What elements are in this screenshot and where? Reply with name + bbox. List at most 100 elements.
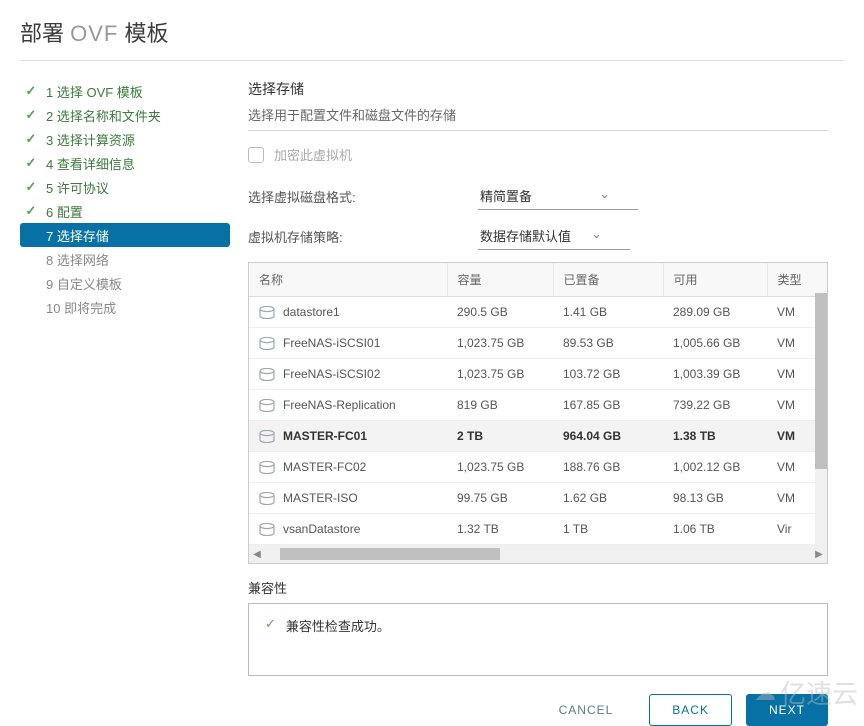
datastore-icon	[259, 523, 275, 536]
horizontal-scrollbar[interactable]: ◀ ▶	[249, 545, 827, 563]
step-label: 1 选择 OVF 模板	[46, 82, 143, 101]
check-icon: ✓	[24, 131, 38, 147]
cell-provisioned: 964.04 GB	[553, 421, 663, 452]
column-header[interactable]: 名称	[249, 263, 447, 297]
step-label: 9 自定义模板	[46, 274, 122, 293]
compat-box: ✓ 兼容性检查成功。	[248, 603, 828, 676]
datastore-icon	[259, 337, 275, 350]
datastore-name: FreeNAS-Replication	[283, 398, 396, 412]
cell-free: 1,002.12 GB	[663, 452, 767, 483]
cell-free: 739.22 GB	[663, 390, 767, 421]
step-label: 6 配置	[46, 202, 83, 221]
back-button[interactable]: BACK	[649, 694, 732, 726]
datastore-name: vsanDatastore	[283, 522, 360, 536]
wizard-step-3[interactable]: ✓ 3 选择计算资源	[20, 127, 230, 151]
compat-msg: 兼容性检查成功。	[286, 616, 390, 635]
table-row[interactable]: MASTER-ISO99.75 GB1.62 GB98.13 GBVM	[249, 483, 827, 514]
wizard-step-10: ✓10 即将完成	[20, 295, 230, 319]
cell-capacity: 1,023.75 GB	[447, 359, 553, 390]
scroll-right-icon[interactable]: ▶	[811, 549, 827, 560]
disk-format-label: 选择虚拟磁盘格式:	[248, 187, 478, 206]
check-icon: ✓	[24, 179, 38, 195]
cancel-button[interactable]: CANCEL	[537, 695, 636, 725]
cell-capacity: 1.32 TB	[447, 514, 553, 545]
wizard-step-5[interactable]: ✓ 5 许可协议	[20, 175, 230, 199]
disk-format-select[interactable]: 精简置备 ⌄	[478, 182, 638, 210]
step-label: 5 许可协议	[46, 178, 109, 197]
cell-provisioned: 1.62 GB	[553, 483, 663, 514]
column-header[interactable]: 容量	[447, 263, 553, 297]
section-desc: 选择用于配置文件和磁盘文件的存储	[248, 105, 828, 124]
cell-provisioned: 89.53 GB	[553, 328, 663, 359]
cell-capacity: 1,023.75 GB	[447, 452, 553, 483]
disk-format-value: 精简置备	[480, 186, 532, 205]
wizard-step-6[interactable]: ✓6 配置	[20, 199, 230, 223]
cell-free: 1.38 TB	[663, 421, 767, 452]
datastore-name: FreeNAS-iSCSI02	[283, 367, 380, 381]
step-label: 7 选择存储	[46, 226, 109, 245]
cell-provisioned: 167.85 GB	[553, 390, 663, 421]
table-row[interactable]: FreeNAS-iSCSI021,023.75 GB103.72 GB1,003…	[249, 359, 827, 390]
step-label: 10 即将完成	[46, 298, 116, 317]
step-label: 2 选择名称和文件夹	[46, 106, 161, 125]
check-icon: ✓	[24, 107, 38, 123]
section-title: 选择存储	[248, 79, 828, 99]
storage-policy-value: 数据存储默认值	[480, 226, 571, 245]
datastore-name: FreeNAS-iSCSI01	[283, 336, 380, 350]
check-icon: ✓	[24, 83, 38, 99]
cell-provisioned: 1.41 GB	[553, 297, 663, 328]
storage-policy-select[interactable]: 数据存储默认值 ⌄	[478, 222, 630, 250]
cell-provisioned: 1 TB	[553, 514, 663, 545]
datastore-icon	[259, 399, 275, 412]
datastore-name: MASTER-FC01	[283, 429, 367, 443]
check-icon: ✓	[24, 155, 38, 171]
storage-policy-label: 虚拟机存储策略:	[248, 227, 478, 246]
table-row[interactable]: datastore1290.5 GB1.41 GB289.09 GBVM	[249, 297, 827, 328]
vertical-scrollbar[interactable]	[815, 293, 827, 545]
datastore-name: datastore1	[283, 305, 340, 319]
cell-capacity: 99.75 GB	[447, 483, 553, 514]
table-row[interactable]: vsanDatastore1.32 TB1 TB1.06 TBVir	[249, 514, 827, 545]
cell-capacity: 2 TB	[447, 421, 553, 452]
datastore-name: MASTER-FC02	[283, 460, 366, 474]
datastore-table: 名称容量已置备可用类型 datastore1 290.5 GB1.41 GB289…	[248, 262, 828, 564]
cell-capacity: 819 GB	[447, 390, 553, 421]
chevron-down-icon: ⌄	[599, 186, 610, 205]
datastore-icon	[259, 430, 275, 443]
column-header[interactable]: 类型	[767, 263, 827, 297]
cell-free: 1.06 TB	[663, 514, 767, 545]
cell-capacity: 290.5 GB	[447, 297, 553, 328]
step-label: 4 查看详细信息	[46, 154, 135, 173]
cell-capacity: 1,023.75 GB	[447, 328, 553, 359]
watermark: ☁亿速云	[754, 674, 858, 711]
column-header[interactable]: 已置备	[553, 263, 663, 297]
check-icon: ✓	[265, 616, 276, 632]
datastore-icon	[259, 492, 275, 505]
cell-provisioned: 188.76 GB	[553, 452, 663, 483]
wizard-step-2[interactable]: ✓ 2 选择名称和文件夹	[20, 103, 230, 127]
cell-free: 98.13 GB	[663, 483, 767, 514]
wizard-step-4[interactable]: ✓ 4 查看详细信息	[20, 151, 230, 175]
table-row[interactable]: FreeNAS-iSCSI011,023.75 GB89.53 GB1,005.…	[249, 328, 827, 359]
cell-free: 289.09 GB	[663, 297, 767, 328]
wizard-step-9: ✓9 自定义模板	[20, 271, 230, 295]
encrypt-checkbox[interactable]	[248, 147, 264, 163]
cell-free: 1,003.39 GB	[663, 359, 767, 390]
encrypt-label: 加密此虚拟机	[274, 145, 352, 164]
scroll-left-icon[interactable]: ◀	[249, 549, 265, 560]
step-label: 3 选择计算资源	[46, 130, 135, 149]
table-row[interactable]: FreeNAS-Replication 819 GB167.85 GB739.22…	[249, 390, 827, 421]
table-row[interactable]: MASTER-FC012 TB964.04 GB1.38 TBVM	[249, 421, 827, 452]
column-header[interactable]: 可用	[663, 263, 767, 297]
page-title: 部署 OVF 模板	[0, 0, 864, 60]
datastore-icon	[259, 368, 275, 381]
datastore-name: MASTER-ISO	[283, 491, 358, 505]
table-row[interactable]: MASTER-FC02 1,023.75 GB188.76 GB1,002.12 …	[249, 452, 827, 483]
section-divider	[248, 130, 828, 131]
wizard-step-7[interactable]: ✓7 选择存储	[20, 223, 230, 247]
wizard-step-8: ✓8 选择网络	[20, 247, 230, 271]
wizard-steps: ✓ 1 选择 OVF 模板 ✓ 2 选择名称和文件夹 ✓ 3 选择计算资源 ✓ 4 查看详细信…	[0, 61, 230, 676]
wizard-step-1[interactable]: ✓ 1 选择 OVF 模板	[20, 79, 230, 103]
step-label: 8 选择网络	[46, 250, 109, 269]
datastore-icon	[259, 306, 275, 319]
